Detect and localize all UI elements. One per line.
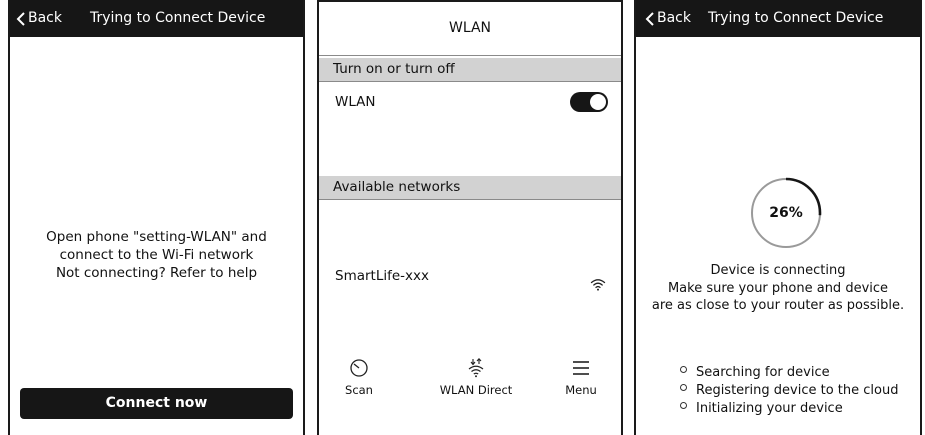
connection-steps: Searching for device Registering device … (680, 364, 898, 418)
progress-percent: 26% (769, 205, 803, 221)
wifi-icon (590, 276, 606, 295)
step-item: Searching for device (680, 364, 898, 382)
connect-screen: Back Trying to Connect Device Open phone… (8, 0, 305, 435)
back-label: Back (28, 10, 62, 26)
menu-button[interactable]: Menu (559, 358, 603, 397)
connecting-status: Device is connecting Make sure your phon… (636, 262, 920, 315)
scan-icon (339, 358, 379, 378)
status-line: are as close to your router as possible. (651, 298, 905, 313)
chevron-left-icon (645, 11, 655, 26)
step-label: Registering device to the cloud (696, 383, 899, 398)
instruction-line: Open phone "setting-WLAN" and (46, 229, 267, 245)
instruction-line: connect to the Wi-Fi network (59, 247, 254, 263)
bottom-nav: Scan WLAN Direct Menu (319, 358, 621, 408)
top-bar: Back Trying to Connect Device (636, 0, 920, 37)
back-button[interactable]: Back (16, 0, 62, 37)
help-link[interactable]: Not connecting? Refer to help (10, 264, 303, 282)
step-label: Searching for device (696, 365, 830, 380)
wlan-toggle[interactable] (570, 92, 608, 112)
toggle-knob (590, 94, 606, 110)
wlan-direct-label: WLAN Direct (439, 383, 513, 397)
menu-icon (559, 358, 603, 378)
network-name: SmartLife-xxx (335, 268, 430, 284)
step-item: Registering device to the cloud (680, 382, 898, 400)
connecting-screen: Back Trying to Connect Device 26% Device… (634, 0, 922, 435)
wlan-direct-icon (431, 358, 521, 378)
status-line: Make sure your phone and device (667, 280, 889, 296)
menu-label: Menu (565, 383, 597, 397)
scan-label: Scan (345, 383, 373, 397)
page-title: Trying to Connect Device (90, 10, 266, 26)
step-item: Initializing your device (680, 400, 898, 418)
status-line: Device is connecting (710, 263, 846, 278)
connect-instructions: Open phone "setting-WLAN" and connect to… (10, 228, 303, 282)
page-title: WLAN (319, 2, 621, 56)
back-label: Back (657, 10, 691, 26)
scan-button[interactable]: Scan (339, 358, 379, 397)
wlan-direct-button[interactable]: WLAN Direct (431, 358, 521, 397)
step-label: Initializing your device (696, 401, 843, 416)
section-header-toggle: Turn on or turn off (319, 58, 621, 82)
page-title: Trying to Connect Device (708, 10, 884, 26)
step-bullet-icon (680, 402, 687, 409)
back-button[interactable]: Back (645, 0, 691, 37)
step-bullet-icon (680, 366, 687, 373)
wlan-screen: WLAN Turn on or turn off WLAN Available … (317, 0, 623, 435)
chevron-left-icon (16, 11, 26, 26)
progress-ring: 26% (749, 176, 823, 250)
connect-now-button[interactable]: Connect now (20, 388, 293, 419)
wlan-toggle-label: WLAN (335, 94, 376, 110)
section-header-networks: Available networks (319, 176, 621, 200)
network-item[interactable]: SmartLife-xxx (319, 264, 621, 294)
top-bar: Back Trying to Connect Device (10, 0, 303, 37)
step-bullet-icon (680, 384, 687, 391)
